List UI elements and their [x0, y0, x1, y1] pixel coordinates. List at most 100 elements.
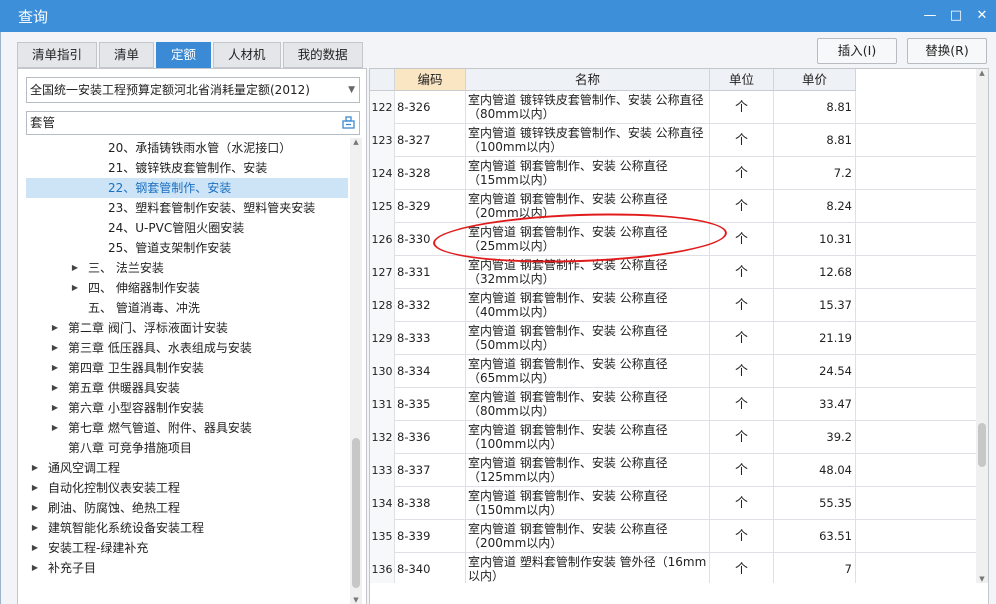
tree-node[interactable]: ▶ 第五章 供暖器具安装	[26, 378, 348, 398]
table-row[interactable]: 122 8-326 室内管道 镀锌铁皮套管制作、安装 公称直径（80mm以内） …	[370, 91, 976, 124]
row-unit: 个	[710, 223, 774, 256]
tree-toggle-icon[interactable]: ▶	[30, 478, 40, 498]
table-scrollbar[interactable]: ▲ ▼	[976, 69, 988, 583]
row-unit: 个	[710, 553, 774, 583]
row-unit: 个	[710, 157, 774, 190]
tree-toggle-icon[interactable]: ▶	[50, 378, 60, 398]
scrollbar-thumb[interactable]	[352, 438, 360, 588]
tree-toggle-icon[interactable]: ▶	[30, 518, 40, 538]
tree-node[interactable]: ▶ 第二章 阀门、浮标液面计安装	[26, 318, 348, 338]
search-icon[interactable]	[341, 115, 356, 130]
table-row[interactable]: 132 8-336 室内管道 钢套管制作、安装 公称直径（100mm以内） 个 …	[370, 421, 976, 454]
tree-node[interactable]: ▶ 第七章 燃气管道、附件、器具安装	[26, 418, 348, 438]
scrollbar-thumb[interactable]	[978, 423, 986, 467]
tree-node[interactable]: ▶ 第六章 小型容器制作安装	[26, 398, 348, 418]
table-row[interactable]: 123 8-327 室内管道 镀锌铁皮套管制作、安装 公称直径（100mm以内）…	[370, 124, 976, 157]
tree-toggle-icon[interactable]: ▶	[50, 358, 60, 378]
row-price: 55.35	[774, 487, 856, 520]
row-price: 48.04	[774, 454, 856, 487]
scroll-down-icon[interactable]: ▼	[976, 575, 988, 583]
tree-toggle-icon[interactable]: ▶	[30, 558, 40, 578]
window-title: 查询	[18, 8, 49, 26]
tree-node[interactable]: 五、 管道消毒、冲洗	[26, 298, 348, 318]
tree-scrollbar[interactable]: ▲ ▼	[350, 138, 362, 604]
tree-toggle-icon[interactable]: ▶	[70, 278, 80, 298]
tab-quota[interactable]: 定额	[156, 42, 212, 68]
tree-node[interactable]: ▶ 建筑智能化系统设备安装工程	[26, 518, 348, 538]
row-name: 室内管道 钢套管制作、安装 公称直径（80mm以内）	[466, 388, 710, 421]
replace-button[interactable]: 替换(R)	[907, 38, 987, 64]
tab-list-guide[interactable]: 清单指引	[17, 42, 98, 68]
header-index	[370, 69, 395, 91]
table-row[interactable]: 124 8-328 室内管道 钢套管制作、安装 公称直径（15mm以内） 个 7…	[370, 157, 976, 190]
tree-node[interactable]: ▶ 第四章 卫生器具制作安装	[26, 358, 348, 378]
table-row[interactable]: 129 8-333 室内管道 钢套管制作、安装 公称直径（50mm以内） 个 2…	[370, 322, 976, 355]
tree-toggle-icon[interactable]: ▶	[50, 398, 60, 418]
scroll-up-icon[interactable]: ▲	[350, 138, 362, 146]
row-code: 8-338	[395, 487, 466, 520]
tree-toggle-icon[interactable]: ▶	[50, 318, 60, 338]
table-row[interactable]: 125 8-329 室内管道 钢套管制作、安装 公称直径（20mm以内） 个 8…	[370, 190, 976, 223]
row-name: 室内管道 钢套管制作、安装 公称直径（125mm以内）	[466, 454, 710, 487]
table-row[interactable]: 135 8-339 室内管道 钢套管制作、安装 公称直径（200mm以内） 个 …	[370, 520, 976, 553]
tree-node[interactable]: ▶ 三、 法兰安装	[26, 258, 348, 278]
tree-node[interactable]: ▶ 自动化控制仪表安装工程	[26, 478, 348, 498]
header-name[interactable]: 名称	[466, 69, 710, 91]
maximize-icon[interactable]: □	[948, 8, 964, 24]
header-unit[interactable]: 单位	[710, 69, 774, 91]
table-row[interactable]: 126 8-330 室内管道 钢套管制作、安装 公称直径（25mm以内） 个 1…	[370, 223, 976, 256]
close-icon[interactable]: ✕	[974, 8, 990, 24]
tab-labor-material-machine[interactable]: 人材机	[213, 42, 281, 68]
row-unit: 个	[710, 520, 774, 553]
insert-button[interactable]: 插入(I)	[817, 38, 897, 64]
tree-node[interactable]: 25、管道支架制作安装	[26, 238, 348, 258]
tree-node[interactable]: ▶ 第三章 低压器具、水表组成与安装	[26, 338, 348, 358]
tree-node[interactable]: ▶ 四、 伸缩器制作安装	[26, 278, 348, 298]
tree-toggle-icon[interactable]: ▶	[50, 338, 60, 358]
tab-my-data[interactable]: 我的数据	[282, 42, 363, 68]
table-row[interactable]: 133 8-337 室内管道 钢套管制作、安装 公称直径（125mm以内） 个 …	[370, 454, 976, 487]
table-row[interactable]: 134 8-338 室内管道 钢套管制作、安装 公称直径（150mm以内） 个 …	[370, 487, 976, 520]
tree-toggle-icon[interactable]: ▶	[70, 258, 80, 278]
tree-node-label: 四、 伸缩器制作安装	[88, 281, 200, 295]
tree-toggle-icon[interactable]: ▶	[50, 418, 60, 438]
header-price[interactable]: 单价	[774, 69, 856, 91]
tree-node[interactable]: ▶ 安装工程-绿建补充	[26, 538, 348, 558]
tree-toggle-icon[interactable]: ▶	[30, 458, 40, 478]
tree-node[interactable]: 21、镀锌铁皮套管制作、安装	[26, 158, 348, 178]
tree-toggle-icon[interactable]: ▶	[30, 538, 40, 558]
header-code[interactable]: 编码	[395, 69, 466, 91]
row-code: 8-328	[395, 157, 466, 190]
table-row[interactable]: 127 8-331 室内管道 钢套管制作、安装 公称直径（32mm以内） 个 1…	[370, 256, 976, 289]
table-row[interactable]: 128 8-332 室内管道 钢套管制作、安装 公称直径（40mm以内） 个 1…	[370, 289, 976, 322]
tree-node[interactable]: ▶ 补充子目	[26, 558, 348, 578]
tree-node[interactable]: 第八章 可竞争措施项目	[26, 438, 348, 458]
row-index: 124	[370, 157, 395, 190]
row-index: 122	[370, 91, 395, 124]
tree-node-label: 第七章 燃气管道、附件、器具安装	[68, 421, 252, 435]
tree-node[interactable]: ▶ 通风空调工程	[26, 458, 348, 478]
row-unit: 个	[710, 124, 774, 157]
search-input[interactable]: 套管	[26, 111, 360, 135]
row-unit: 个	[710, 190, 774, 223]
tree-toggle-icon[interactable]: ▶	[30, 498, 40, 518]
table-row[interactable]: 136 8-340 室内管道 塑料套管制作安装 管外径（16mm以内） 个 7	[370, 553, 976, 583]
tree-node[interactable]: 24、U-PVC管阻火圈安装	[26, 218, 348, 238]
quota-library-select[interactable]: 全国统一安装工程预算定额河北省消耗量定额(2012) ▼	[26, 77, 360, 103]
chevron-down-icon[interactable]: ▼	[348, 78, 355, 102]
row-code: 8-332	[395, 289, 466, 322]
scroll-down-icon[interactable]: ▼	[350, 596, 362, 604]
table-row[interactable]: 130 8-334 室内管道 钢套管制作、安装 公称直径（65mm以内） 个 2…	[370, 355, 976, 388]
scroll-up-icon[interactable]: ▲	[976, 69, 988, 77]
tab-list[interactable]: 清单	[99, 42, 155, 68]
table-row[interactable]: 131 8-335 室内管道 钢套管制作、安装 公称直径（80mm以内） 个 3…	[370, 388, 976, 421]
tree-node[interactable]: 20、承插铸铁雨水管（水泥接口）	[26, 138, 348, 158]
row-price: 39.2	[774, 421, 856, 454]
tree-node[interactable]: 23、塑料套管制作安装、塑料管夹安装	[26, 198, 348, 218]
tree-node[interactable]: ▶ 刷油、防腐蚀、绝热工程	[26, 498, 348, 518]
tree-node-selected[interactable]: 22、钢套管制作、安装	[26, 178, 348, 198]
minimize-icon[interactable]: —	[922, 8, 938, 24]
row-index: 136	[370, 553, 395, 583]
row-price: 15.37	[774, 289, 856, 322]
quota-library-value: 全国统一安装工程预算定额河北省消耗量定额(2012)	[30, 83, 310, 97]
